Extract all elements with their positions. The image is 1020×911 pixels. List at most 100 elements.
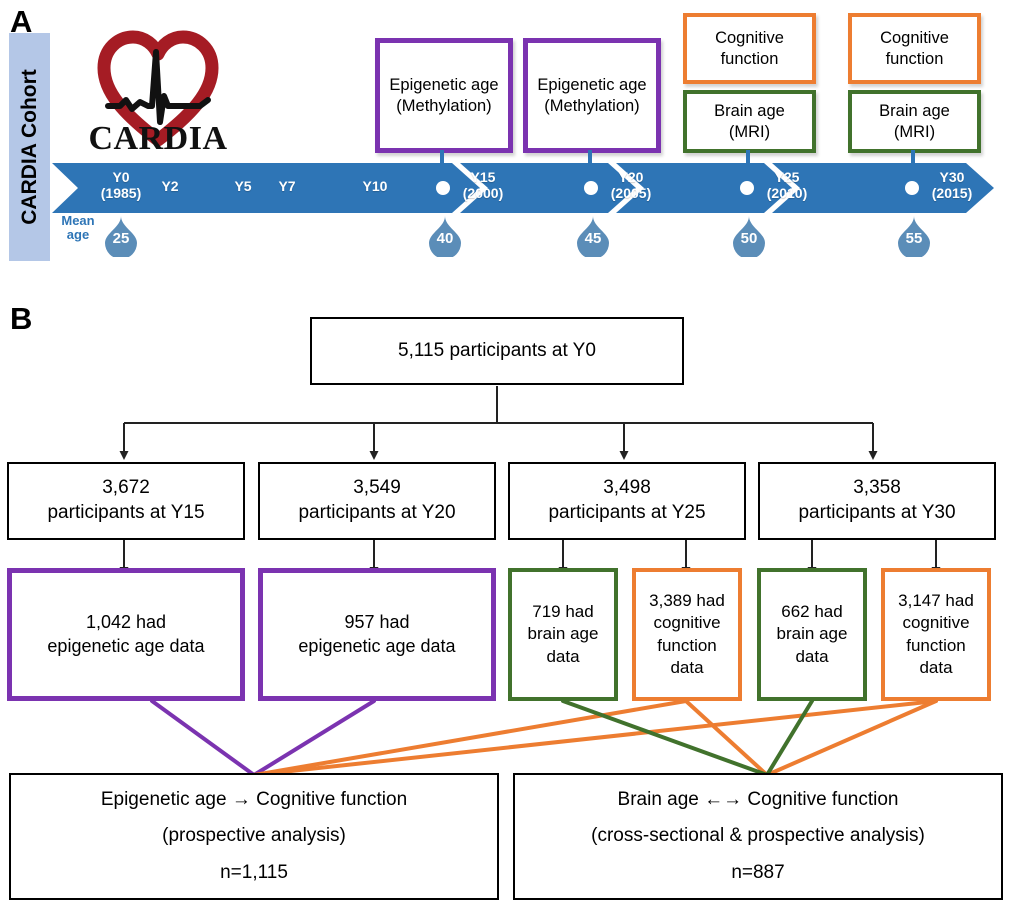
flow-box-line2: cognitive: [653, 613, 721, 633]
timeline-label-text: Y7: [278, 178, 296, 194]
flow-box-line2: cognitive: [902, 613, 970, 633]
flow-box-line2: brain age: [776, 624, 848, 644]
flow-box-line3: function: [906, 635, 966, 655]
timeline-dot-y30: [905, 181, 919, 195]
flow-box-line2: participants at Y20: [298, 502, 456, 523]
flow-box-line1: 3,672: [102, 477, 150, 499]
timeline-dot-y20: [584, 181, 598, 195]
mean-age-value: 45: [584, 230, 602, 247]
result-line2: (cross-sectional & prospective analysis): [591, 825, 925, 847]
measurement-box-line1: Brain age: [879, 102, 950, 121]
measurement-box-epigenetic-y15: Epigenetic age (Methylation): [375, 38, 513, 153]
flow-box-line1: 957 had: [344, 612, 410, 633]
cardia-cohort-sidebar: CARDIA Cohort: [9, 33, 50, 261]
flow-box-line2: participants at Y25: [548, 502, 706, 523]
flow-box-epigenetic-y15: 1,042 had epigenetic age data: [7, 568, 245, 701]
mean-age-value: 25: [112, 230, 130, 247]
timeline-year-text: (1985): [100, 184, 142, 201]
measurement-box-line2: (Methylation): [544, 96, 640, 115]
mean-age-line1: Mean: [61, 213, 95, 228]
flow-box-line2: participants at Y15: [47, 502, 205, 523]
flow-box-participants-y30: 3,358 participants at Y30: [758, 462, 996, 540]
result-line2: (prospective analysis): [162, 825, 346, 847]
measurement-box-brainage-y25: Brain age (MRI): [683, 90, 816, 153]
flow-box-line4: data: [919, 657, 953, 677]
result-line1: Epigenetic age → Cognitive function: [100, 789, 408, 811]
timeline-year-text: (2000): [462, 184, 504, 201]
result-box-epigenetic: Epigenetic age → Cognitive function (pro…: [9, 773, 499, 900]
timeline-label-y30: Y30 (2015): [922, 169, 982, 201]
measurement-box-epigenetic-y20: Epigenetic age (Methylation): [523, 38, 661, 153]
timeline-label-text: Y30: [939, 169, 965, 185]
flow-box-line1: 3,498: [603, 477, 651, 499]
measurement-box-line2: (MRI): [893, 122, 936, 141]
timeline-label-y15: Y15 (2000): [453, 169, 513, 201]
mean-age-droplet-y15: 40: [428, 215, 462, 259]
flow-box-participants-y20: 3,549 participants at Y20: [258, 462, 496, 540]
timeline-label-text: Y0: [112, 169, 130, 185]
timeline-year-text: (2005): [610, 184, 652, 201]
mean-age-droplet-y25: 50: [732, 215, 766, 259]
flow-box-line1: 3,147 had: [898, 591, 974, 611]
result-sample-size: n=887: [731, 861, 785, 883]
cardia-wordmark: CARDIA: [89, 120, 228, 157]
flow-box-root: 5,115 participants at Y0: [310, 317, 684, 385]
result-box-brainage: Brain age ←→ Cognitive function (cross-s…: [513, 773, 1003, 900]
timeline-label-text: Y5: [234, 178, 252, 194]
flow-box-brainage-y25: 719 had brain age data: [508, 568, 618, 701]
measurement-box-line1: Cognitive: [715, 29, 784, 48]
timeline-label-y10: Y10: [348, 178, 402, 195]
flow-box-line2: epigenetic age data: [47, 635, 205, 656]
flow-box-brainage-y30: 662 had brain age data: [757, 568, 867, 701]
panel-b-letter: B: [10, 301, 33, 336]
flow-box-line3: data: [795, 646, 829, 666]
timeline-label-y0: Y0 (1985): [91, 169, 151, 201]
cardia-heart-ecg-icon: CARDIA: [89, 30, 228, 157]
mean-age-label: Mean age: [55, 213, 101, 243]
mean-age-value: 50: [740, 230, 758, 247]
measurement-box-line1: Epigenetic age: [537, 76, 647, 95]
mean-age-value: 40: [436, 230, 454, 247]
timeline-label-y5: Y5: [218, 178, 268, 195]
timeline-dot-y25: [740, 181, 754, 195]
flow-box-line2: brain age: [527, 624, 599, 644]
flow-box-line2: epigenetic age data: [298, 635, 456, 656]
measurement-box-brainage-y30: Brain age (MRI): [848, 90, 981, 153]
flow-box-line1: 1,042 had: [85, 612, 167, 633]
timeline-label-text: Y25: [774, 169, 800, 185]
flow-box-line2: participants at Y30: [798, 502, 956, 523]
timeline-label-text: Y20: [618, 169, 644, 185]
timeline-label-y2: Y2: [145, 178, 195, 195]
flow-box-participants-y25: 3,498 participants at Y25: [508, 462, 746, 540]
timeline-dot-y15: [436, 181, 450, 195]
flow-box-line1: 3,389 had: [649, 591, 725, 611]
flow-box-participants-y15: 3,672 participants at Y15: [7, 462, 245, 540]
mean-age-line2: age: [66, 227, 90, 243]
measurement-box-line1: Epigenetic age: [389, 76, 499, 95]
measurement-box-line2: function: [885, 49, 944, 68]
result-line1: Brain age ←→ Cognitive function: [617, 789, 899, 811]
cardia-cohort-label: CARDIA Cohort: [17, 69, 41, 225]
measurement-box-line2: (MRI): [728, 122, 771, 141]
measurement-box-line2: function: [720, 49, 779, 68]
measurement-box-line1: Cognitive: [880, 29, 949, 48]
timeline-label-text: Y15: [470, 169, 496, 185]
measurement-box-cognitive-y30: Cognitive function: [848, 13, 981, 84]
mean-age-value: 55: [905, 230, 923, 247]
flow-box-epigenetic-y20: 957 had epigenetic age data: [258, 568, 496, 701]
mean-age-droplet-y0: 25: [104, 215, 138, 259]
flow-box-line3: data: [546, 646, 580, 666]
timeline-label-y7: Y7: [262, 178, 312, 195]
timeline-label-y25: Y25 (2010): [757, 169, 817, 201]
measurement-box-line2: (Methylation): [396, 96, 492, 115]
flow-box-line3: function: [657, 635, 717, 655]
timeline-label-text: Y2: [161, 178, 179, 194]
flow-box-line4: data: [670, 657, 704, 677]
measurement-box-line1: Brain age: [714, 102, 785, 121]
timeline-label-y20: Y20 (2005): [601, 169, 661, 201]
flow-box-cognitive-y25: 3,389 had cognitive function data: [632, 568, 742, 701]
cardia-logo: CARDIA: [88, 18, 228, 158]
flow-box-line1: 662 had: [781, 602, 843, 622]
timeline-label-text: Y10: [362, 178, 388, 194]
mean-age-droplet-y30: 55: [897, 215, 931, 259]
